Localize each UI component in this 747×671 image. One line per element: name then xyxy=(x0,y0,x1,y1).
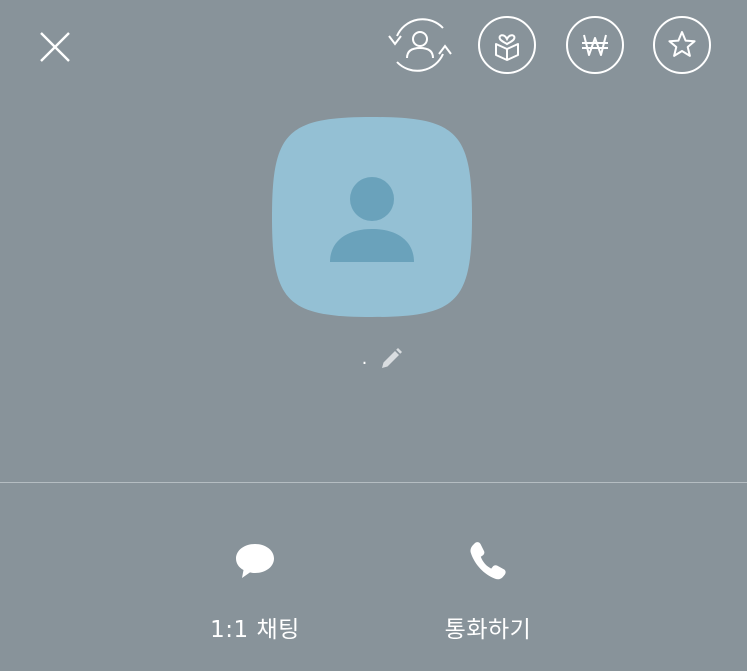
phone-icon xyxy=(470,542,506,580)
send-money-icon xyxy=(582,34,608,56)
switch-profile-button[interactable] xyxy=(385,14,455,76)
profile-name-row: . xyxy=(0,345,747,373)
profile-name: . xyxy=(361,348,368,369)
profile-avatar[interactable] xyxy=(272,117,472,317)
call-button[interactable]: 통화하기 xyxy=(408,536,568,646)
close-button[interactable] xyxy=(27,19,83,75)
edit-name-button[interactable] xyxy=(379,347,403,371)
speech-bubble-icon xyxy=(236,544,274,578)
switch-profile-icon xyxy=(388,18,452,72)
call-label: 통화하기 xyxy=(444,617,532,643)
favorite-star-icon xyxy=(668,31,696,57)
gift-button[interactable] xyxy=(478,16,536,74)
chat-label: 1:1 채팅 xyxy=(210,617,300,643)
close-icon xyxy=(40,32,70,62)
send-money-button[interactable] xyxy=(566,16,624,74)
chat-button[interactable]: 1:1 채팅 xyxy=(175,536,335,646)
divider xyxy=(0,482,747,483)
gift-icon xyxy=(495,34,519,61)
pencil-edit-icon xyxy=(382,348,403,368)
favorite-button[interactable] xyxy=(653,16,711,74)
